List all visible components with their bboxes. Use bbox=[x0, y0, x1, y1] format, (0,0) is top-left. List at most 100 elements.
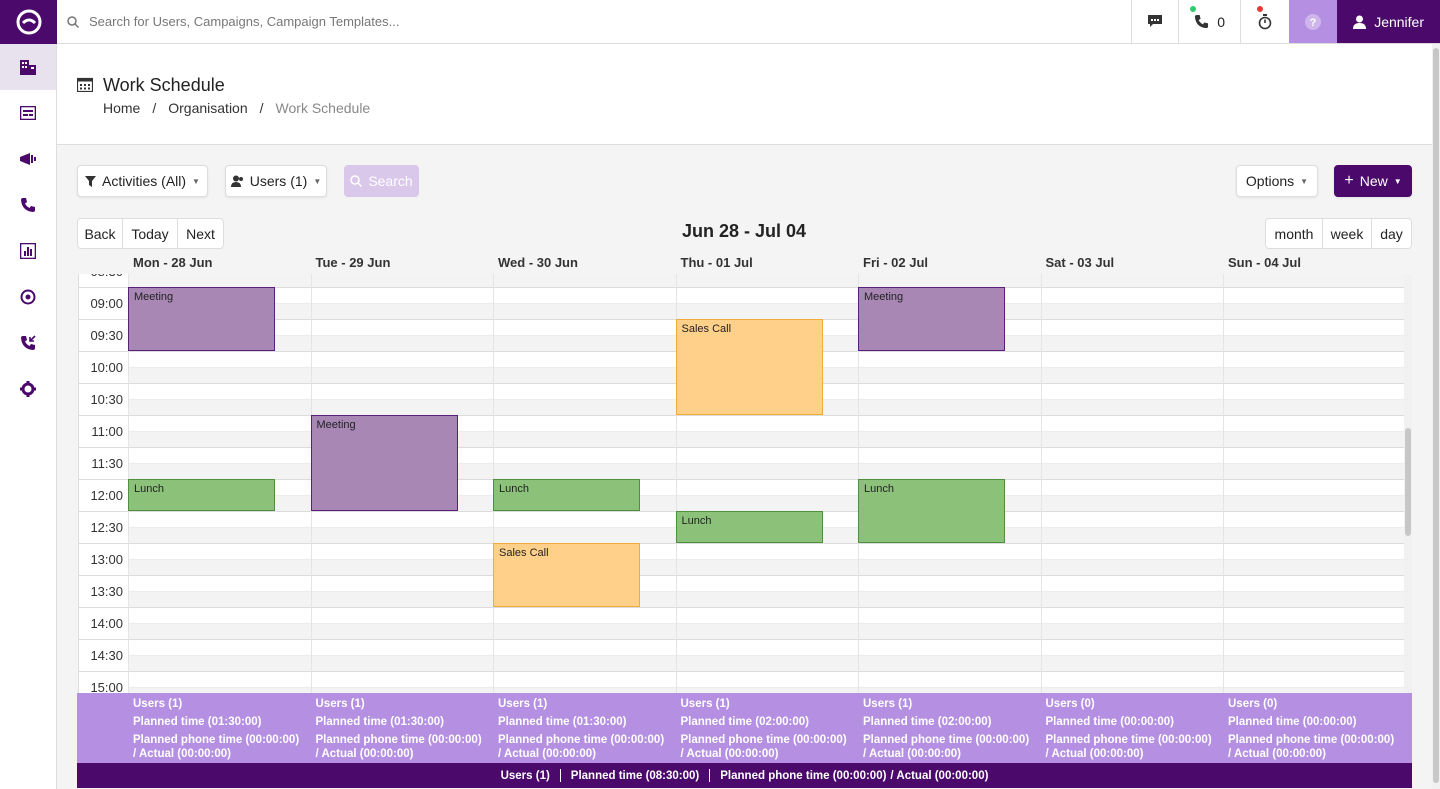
sidebar-item-calls[interactable] bbox=[0, 182, 56, 228]
app-logo[interactable] bbox=[0, 0, 57, 44]
summary-phone: Planned phone time (00:00:00) bbox=[498, 734, 665, 746]
summary-actual: / Actual (00:00:00) bbox=[1045, 748, 1144, 760]
calendar-scrollbar-thumb[interactable] bbox=[1405, 428, 1411, 536]
day-summary: Users (0) Planned time (00:00:00) Planned … bbox=[1046, 697, 1212, 761]
date-range-title: Jun 28 - Jul 04 bbox=[681, 221, 807, 241]
options-dropdown[interactable]: Options ▼ bbox=[1236, 165, 1318, 197]
calendar-event-sales-call[interactable]: Sales Call bbox=[675, 319, 823, 415]
calendar-event-lunch[interactable]: Lunch bbox=[675, 511, 823, 543]
day-header[interactable]: Thu - 01 Jul bbox=[681, 255, 753, 270]
day-header[interactable]: Sun - 04 Jul bbox=[1228, 255, 1301, 270]
breadcrumb-separator: / bbox=[259, 100, 264, 116]
users-icon bbox=[230, 175, 243, 187]
users-filter-label: Users (1) bbox=[249, 173, 308, 189]
user-menu-button[interactable]: Jennifer bbox=[1337, 0, 1440, 43]
day-header[interactable]: Tue - 29 Jun bbox=[316, 255, 391, 270]
time-label: 13:00 bbox=[90, 552, 123, 567]
summary-planned: Planned time (02:00:00) bbox=[680, 716, 809, 728]
summary-actual: / Actual (00:00:00) bbox=[498, 748, 596, 760]
search-button[interactable]: Search bbox=[344, 165, 419, 197]
sidebar-item-dashboard[interactable] bbox=[0, 90, 56, 136]
view-month-button[interactable]: month bbox=[1265, 218, 1323, 249]
chevron-down-icon: ▼ bbox=[313, 176, 322, 186]
summary-phone: Planned phone time (00:00:00) bbox=[863, 734, 1030, 746]
global-search bbox=[57, 0, 1131, 43]
back-button[interactable]: Back bbox=[77, 218, 123, 249]
sidebar-item-campaigns[interactable] bbox=[0, 136, 56, 182]
time-label: 10:30 bbox=[90, 392, 123, 407]
chat-icon bbox=[1148, 15, 1163, 27]
time-label: 14:00 bbox=[90, 616, 123, 631]
new-button-label: New bbox=[1359, 173, 1388, 189]
summary-phone: Planned phone time (00:00:00) bbox=[133, 734, 300, 746]
summary-users: Users (1) bbox=[680, 698, 730, 710]
next-button[interactable]: Next bbox=[177, 218, 224, 249]
day-header[interactable]: Wed - 30 Jun bbox=[498, 255, 578, 270]
chevron-down-icon: ▼ bbox=[1300, 176, 1309, 186]
summary-phone: Planned phone time (00:00:00) bbox=[1045, 734, 1212, 746]
users-filter-dropdown[interactable]: Users (1) ▼ bbox=[225, 165, 327, 197]
calendar-event-meeting[interactable]: Meeting bbox=[858, 287, 1005, 351]
help-button[interactable]: ? bbox=[1289, 0, 1338, 43]
summary-phone: Planned phone time (00:00:00) bbox=[1228, 734, 1395, 746]
time-label: 13:30 bbox=[90, 584, 123, 599]
chevron-down-icon: ▼ bbox=[1393, 176, 1402, 186]
phone-incoming-icon bbox=[1195, 14, 1209, 29]
day-header[interactable]: Fri - 02 Jul bbox=[863, 255, 928, 270]
calendar-scrollbar[interactable] bbox=[1404, 274, 1412, 693]
page-title: Work Schedule bbox=[103, 75, 225, 95]
calendar-grid[interactable]: 08:30 09:00 09:30 10:00 10:30 11:00 11:30 12:00… bbox=[78, 274, 1404, 693]
summary-users: Users (0) bbox=[1228, 698, 1278, 710]
settings-gear-icon bbox=[20, 381, 36, 397]
totals-users: Users (1) bbox=[500, 769, 550, 782]
sidebar-item-targets[interactable] bbox=[0, 274, 56, 320]
page-scrollbar-thumb[interactable] bbox=[1433, 48, 1439, 783]
time-label: 09:00 bbox=[90, 296, 123, 311]
activities-filter-dropdown[interactable]: Activities (All) ▼ bbox=[77, 165, 208, 197]
calendar-event-meeting[interactable]: Meeting bbox=[310, 415, 458, 511]
summary-planned: Planned time (01:30:00) bbox=[315, 716, 444, 728]
help-icon: ? bbox=[1305, 13, 1322, 30]
search-input[interactable] bbox=[89, 14, 689, 29]
chat-button[interactable] bbox=[1131, 0, 1178, 43]
summary-users: Users (1) bbox=[863, 698, 913, 710]
summary-actual: / Actual (00:00:00) bbox=[1228, 748, 1326, 760]
chevron-down-icon: ▼ bbox=[192, 176, 200, 186]
activities-filter-label: Activities (All) bbox=[102, 173, 187, 189]
target-icon bbox=[20, 289, 36, 305]
summary-users: Users (0) bbox=[1045, 698, 1095, 710]
day-header[interactable]: Mon - 28 Jun bbox=[133, 255, 212, 270]
reports-chart-icon bbox=[20, 243, 36, 259]
totals-phone: Planned phone time (00:00:00) bbox=[720, 769, 887, 782]
campaign-megaphone-icon bbox=[20, 153, 36, 165]
summary-phone: Planned phone time (00:00:00) bbox=[680, 734, 847, 746]
today-button[interactable]: Today bbox=[122, 218, 178, 249]
breadcrumb-home[interactable]: Home bbox=[103, 100, 140, 116]
page-scrollbar[interactable] bbox=[1432, 44, 1440, 789]
calendar-event-lunch[interactable]: Lunch bbox=[128, 479, 275, 511]
breadcrumb-separator: / bbox=[152, 100, 157, 116]
sidebar-item-reports[interactable] bbox=[0, 228, 56, 274]
timer-button[interactable] bbox=[1240, 0, 1289, 43]
day-header[interactable]: Sat - 03 Jul bbox=[1046, 255, 1115, 270]
view-day-button[interactable]: day bbox=[1371, 218, 1412, 249]
summary-planned: Planned time (02:00:00) bbox=[863, 716, 992, 728]
view-week-button[interactable]: week bbox=[1322, 218, 1372, 249]
sidebar-item-incoming[interactable] bbox=[0, 320, 56, 366]
calendar-event-meeting[interactable]: Meeting bbox=[128, 287, 275, 351]
calendar-event-lunch[interactable]: Lunch bbox=[858, 479, 1005, 543]
user-name: Jennifer bbox=[1374, 13, 1424, 30]
new-button[interactable]: + New ▼ bbox=[1334, 165, 1412, 197]
sidebar-item-settings[interactable] bbox=[0, 366, 56, 412]
daily-summary: Users (1) Planned time (01:30:00) Planned … bbox=[77, 693, 1412, 763]
calls-button[interactable]: 0 bbox=[1178, 0, 1240, 43]
calendar-event-sales-call[interactable]: Sales Call bbox=[493, 543, 640, 607]
calendar-event-lunch[interactable]: Lunch bbox=[493, 479, 640, 511]
sidebar-item-organisation[interactable] bbox=[0, 44, 56, 90]
dashboard-icon bbox=[20, 106, 36, 120]
incoming-call-icon bbox=[21, 335, 36, 350]
stopwatch-icon bbox=[1258, 13, 1272, 29]
breadcrumb-current: Work Schedule bbox=[275, 100, 371, 116]
breadcrumb-organisation[interactable]: Organisation bbox=[168, 100, 247, 116]
svg-text:?: ? bbox=[1310, 17, 1317, 29]
